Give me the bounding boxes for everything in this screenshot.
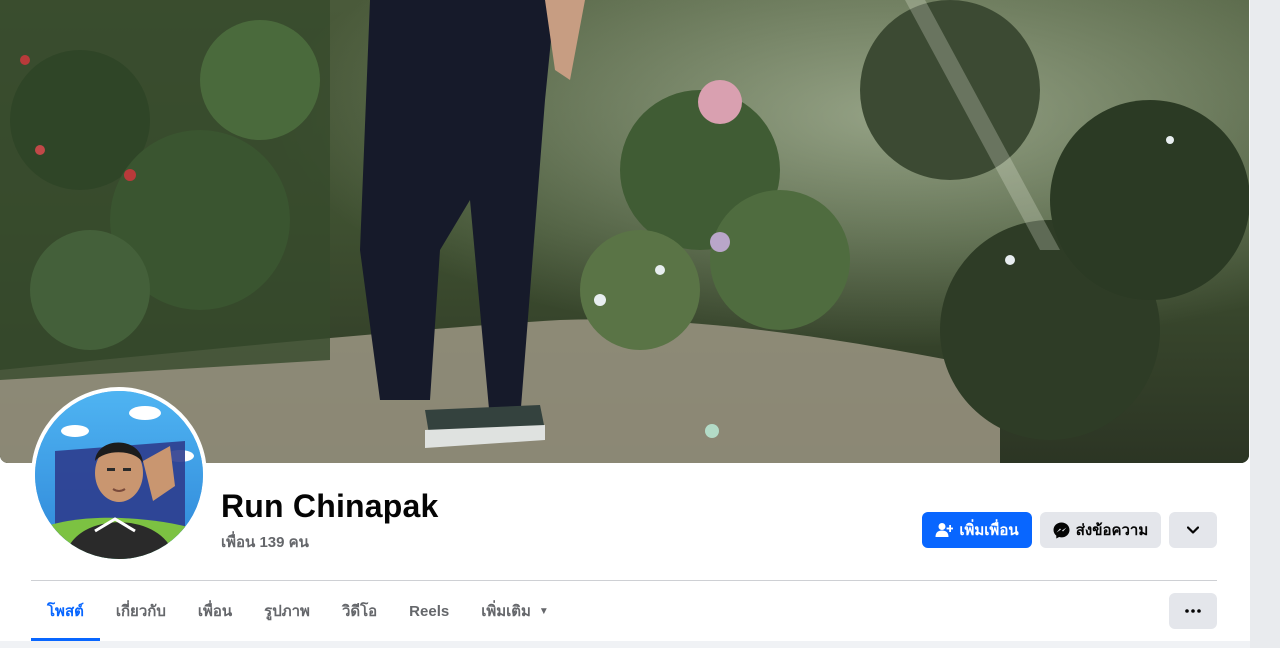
- tab-friends-label: เพื่อน: [197, 603, 233, 620]
- more-horizontal-icon: [1185, 609, 1201, 613]
- cover-photo-image: [0, 0, 1249, 463]
- avatar-ring[interactable]: [31, 387, 207, 563]
- profile-name: Run Chinapak: [221, 488, 439, 524]
- profile-avatar[interactable]: [35, 391, 203, 559]
- caret-down-icon: ▼: [538, 605, 549, 617]
- profile-tabs: โพสต์ เกี่ยวกับ เพื่อน รูปภาพ วิดีโอ Ree…: [31, 581, 565, 641]
- tab-reels[interactable]: Reels: [393, 581, 465, 641]
- cover-photo[interactable]: [0, 0, 1249, 463]
- tab-friends[interactable]: เพื่อน: [182, 581, 248, 641]
- send-message-label: ส่งข้อความ: [1075, 522, 1149, 539]
- friends-count[interactable]: เพื่อน 139 คน: [221, 530, 309, 554]
- tab-photos-label: รูปภาพ: [264, 603, 310, 620]
- tab-more-label: เพิ่มเติม: [481, 603, 531, 620]
- avatar-image: [35, 391, 203, 559]
- profile-dropdown-button[interactable]: [1169, 512, 1217, 548]
- send-message-button[interactable]: ส่งข้อความ: [1040, 512, 1161, 548]
- add-friend-label: เพิ่มเพื่อน: [959, 522, 1019, 539]
- tab-posts-label: โพสต์: [47, 603, 84, 620]
- feed-background: [0, 641, 1250, 648]
- tab-photos[interactable]: รูปภาพ: [248, 581, 326, 641]
- add-friend-button[interactable]: เพิ่มเพื่อน: [922, 512, 1032, 548]
- tab-more[interactable]: เพิ่มเติม ▼: [465, 581, 565, 641]
- chevron-down-icon: [1187, 526, 1199, 534]
- messenger-icon: [1053, 522, 1070, 538]
- more-options-button[interactable]: [1169, 593, 1217, 629]
- tab-about[interactable]: เกี่ยวกับ: [100, 581, 182, 641]
- tab-posts[interactable]: โพสต์: [31, 581, 100, 641]
- tab-reels-label: Reels: [409, 602, 450, 620]
- scrollbar-track[interactable]: [1250, 0, 1280, 648]
- tab-videos[interactable]: วิดีโอ: [326, 581, 393, 641]
- tab-videos-label: วิดีโอ: [341, 603, 378, 620]
- tab-about-label: เกี่ยวกับ: [115, 603, 166, 620]
- user-plus-icon: [935, 523, 954, 537]
- profile-page: Run Chinapak เพื่อน 139 คน เพิ่มเพื่อน ส…: [0, 0, 1280, 648]
